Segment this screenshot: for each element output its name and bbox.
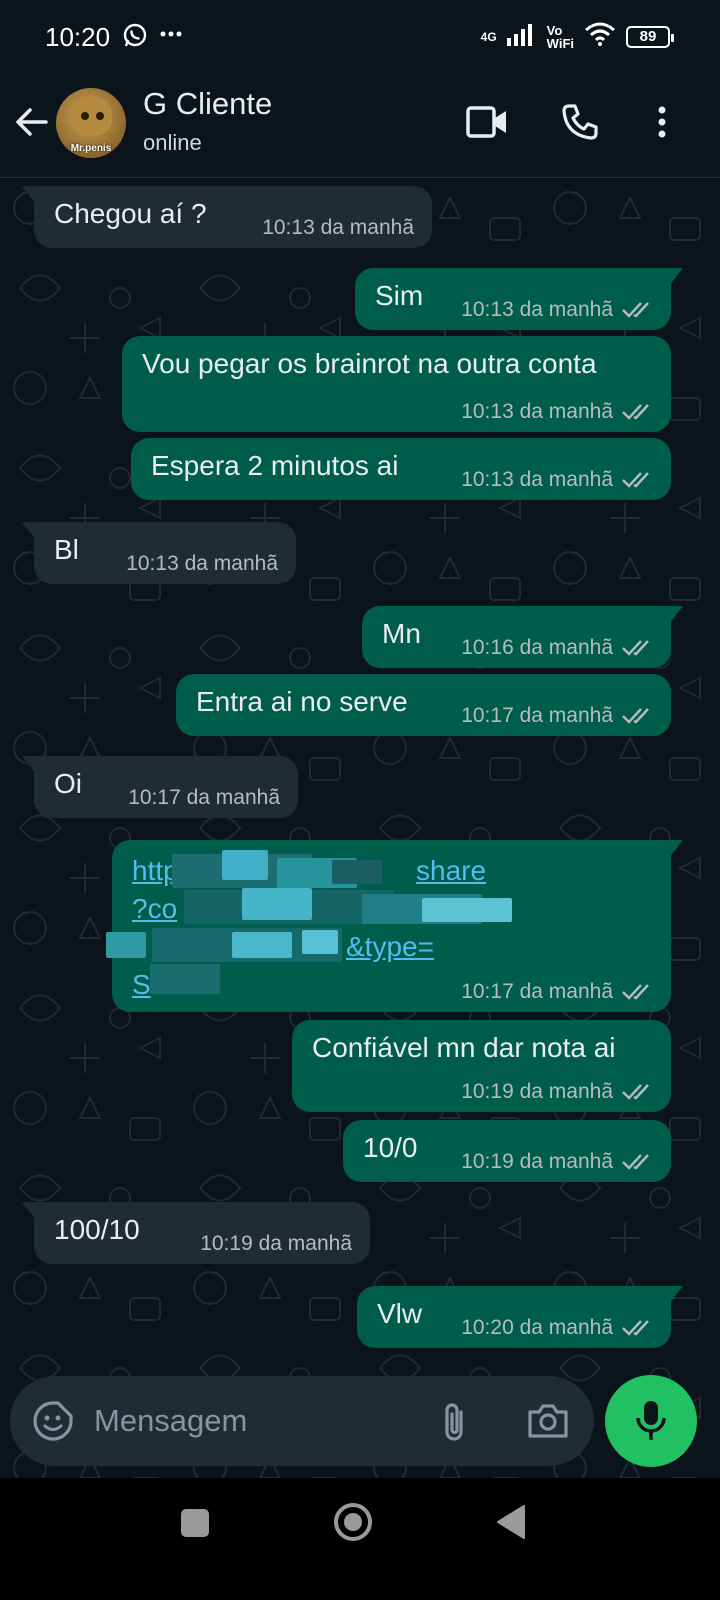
sticker-icon[interactable] xyxy=(32,1400,74,1447)
message-time: 10:13 da manhã xyxy=(461,400,613,423)
message-time: 10:13 da manhã xyxy=(262,216,414,239)
message-text: Sim xyxy=(375,280,424,311)
message-time: 10:20 da manhã xyxy=(461,1316,613,1339)
message-input[interactable] xyxy=(94,1376,414,1466)
system-navigation-bar xyxy=(0,1478,720,1600)
chat-header: Mr.penis G Cliente online xyxy=(0,78,720,178)
message-bubble-outgoing[interactable]: Mn 10:16 da manhã xyxy=(362,606,683,668)
status-indicators: 4G Vo WiFi 89 xyxy=(480,22,674,51)
signal-icon xyxy=(506,22,537,51)
message-time: 10:17 da manhã xyxy=(461,704,613,727)
message-bubble-outgoing[interactable]: Espera 2 minutos ai 10:13 da manhã xyxy=(131,438,671,500)
message-time: 10:13 da manhã xyxy=(461,468,613,491)
message-text: Bl xyxy=(54,534,79,565)
mic-button[interactable] xyxy=(605,1375,697,1467)
message-text: Chegou aí ? xyxy=(54,198,207,229)
vowifi-label: Vo WiFi xyxy=(546,22,574,51)
message-time: 10:17 da manhã xyxy=(128,786,280,809)
read-ticks-icon xyxy=(622,708,649,724)
mic-icon xyxy=(636,1401,666,1440)
message-time: 10:13 da manhã xyxy=(461,298,613,321)
chat-area[interactable]: Chegou aí ? 10:13 da manhã Sim 10:13 da … xyxy=(0,178,720,1500)
attach-icon[interactable] xyxy=(438,1400,472,1449)
message-bubble-outgoing[interactable]: Confiável mn dar nota ai 10:19 da manhã xyxy=(292,1020,671,1112)
message-composer xyxy=(10,1376,594,1466)
message-time: 10:16 da manhã xyxy=(461,636,613,659)
contact-name[interactable]: G Cliente xyxy=(143,86,272,122)
message-text: 100/10 xyxy=(54,1214,140,1245)
message-text: 10/0 xyxy=(363,1132,418,1163)
wifi-icon xyxy=(584,22,616,51)
read-ticks-icon xyxy=(622,640,649,656)
back-icon[interactable] xyxy=(496,1504,526,1545)
message-bubble-outgoing[interactable]: Sim 10:13 da manhã xyxy=(355,268,683,330)
message-bubble-outgoing[interactable]: 10/0 10:19 da manhã xyxy=(343,1120,671,1182)
message-time: 10:17 da manhã xyxy=(461,980,613,1003)
message-text: Espera 2 minutos ai xyxy=(151,450,399,481)
read-ticks-icon xyxy=(622,984,649,1000)
read-ticks-icon xyxy=(622,1320,649,1336)
recent-apps-icon[interactable] xyxy=(180,1508,210,1543)
status-time: 10:20 xyxy=(45,22,111,52)
message-text: Entra ai no serve xyxy=(196,686,408,717)
contact-status: online xyxy=(143,130,202,155)
read-ticks-icon xyxy=(622,1084,649,1100)
message-bubble-incoming[interactable]: Bl 10:13 da manhã xyxy=(22,522,296,584)
message-text: Confiável mn dar nota ai xyxy=(312,1032,616,1063)
battery-icon: 89 xyxy=(626,25,674,48)
message-bubble-incoming[interactable]: Oi 10:17 da manhã xyxy=(22,756,298,818)
message-text: Vlw xyxy=(377,1298,423,1329)
home-icon[interactable] xyxy=(333,1502,373,1547)
whatsapp-icon xyxy=(122,22,148,53)
network-label: 4G xyxy=(480,29,497,44)
message-bubble-outgoing[interactable]: Vou pegar os brainrot na outra conta 10:… xyxy=(122,336,671,432)
voice-call-icon[interactable] xyxy=(560,102,600,147)
message-bubble-link[interactable]: https://share ?co &type= S 10:17 da manh… xyxy=(106,840,683,1012)
message-bubble-outgoing[interactable]: Entra ai no serve 10:17 da manhã xyxy=(176,674,671,736)
message-bubble-incoming[interactable]: 100/10 10:19 da manhã xyxy=(22,1202,370,1264)
status-bar: 10:20 4G Vo WiFi 89 xyxy=(0,0,720,78)
back-arrow-icon[interactable] xyxy=(14,104,50,145)
message-text: Mn xyxy=(382,618,421,649)
message-bubble-incoming[interactable]: Chegou aí ? 10:13 da manhã xyxy=(22,186,432,248)
read-ticks-icon xyxy=(622,1154,649,1170)
message-bubble-outgoing[interactable]: Vlw 10:20 da manhã xyxy=(357,1286,683,1348)
message-time: 10:13 da manhã xyxy=(126,552,278,575)
read-ticks-icon xyxy=(622,472,649,488)
message-time: 10:19 da manhã xyxy=(200,1232,352,1255)
message-time: 10:19 da manhã xyxy=(461,1150,613,1173)
message-time: 10:19 da manhã xyxy=(461,1080,613,1103)
message-text: Vou pegar os brainrot na outra conta xyxy=(142,348,597,379)
camera-icon[interactable] xyxy=(526,1400,570,1445)
more-notifications-icon xyxy=(160,26,182,47)
video-call-icon[interactable] xyxy=(465,102,509,147)
avatar-caption: Mr.penis xyxy=(70,143,112,154)
read-ticks-icon xyxy=(622,302,649,318)
avatar[interactable]: Mr.penis xyxy=(56,88,126,158)
read-ticks-icon xyxy=(622,404,649,420)
message-text: Oi xyxy=(54,768,82,799)
more-options-icon[interactable] xyxy=(650,102,674,147)
